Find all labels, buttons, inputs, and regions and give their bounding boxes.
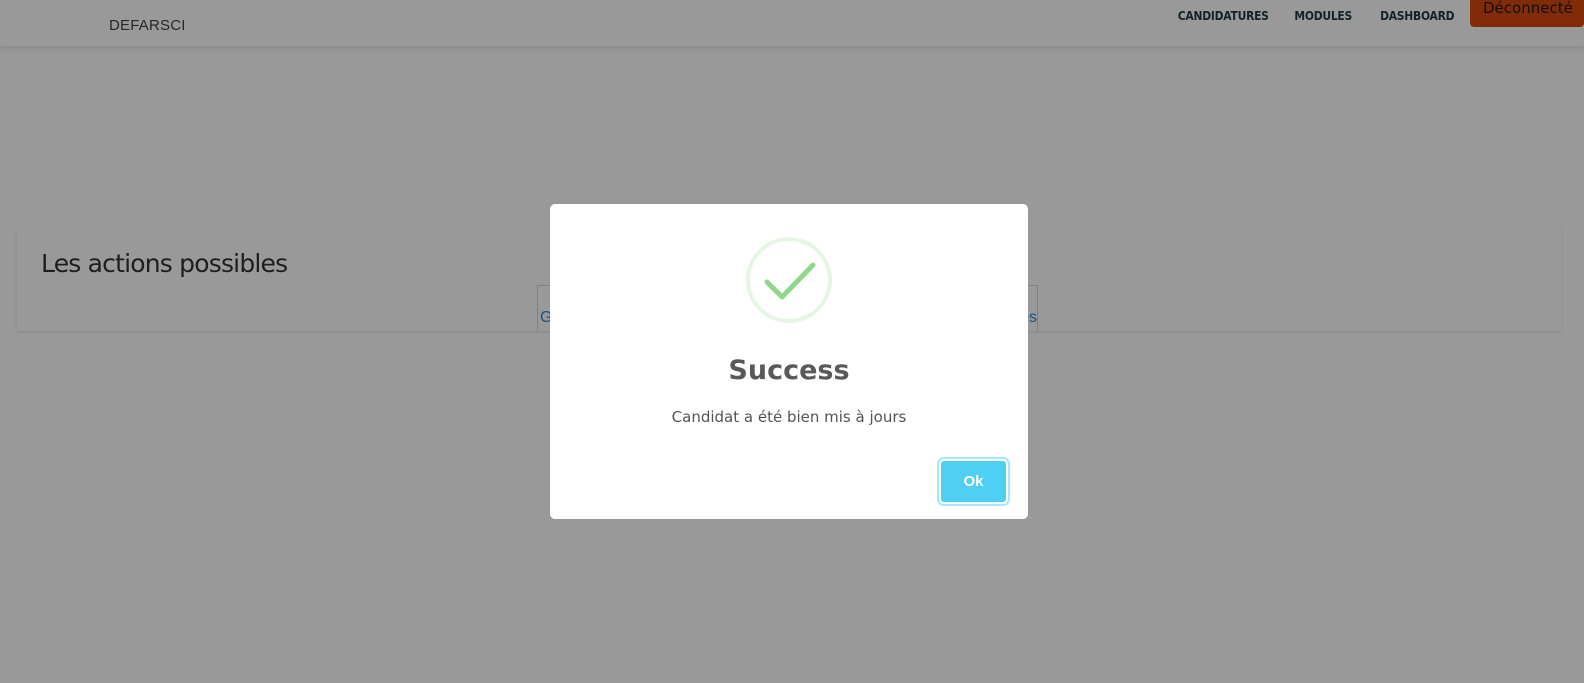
modal-title: Success <box>728 355 850 386</box>
checkmark-success-icon <box>746 237 832 323</box>
success-modal: Success Candidat a été bien mis à jours … <box>550 204 1028 519</box>
modal-message: Candidat a été bien mis à jours <box>671 408 907 426</box>
ok-button[interactable]: Ok <box>937 457 1010 506</box>
